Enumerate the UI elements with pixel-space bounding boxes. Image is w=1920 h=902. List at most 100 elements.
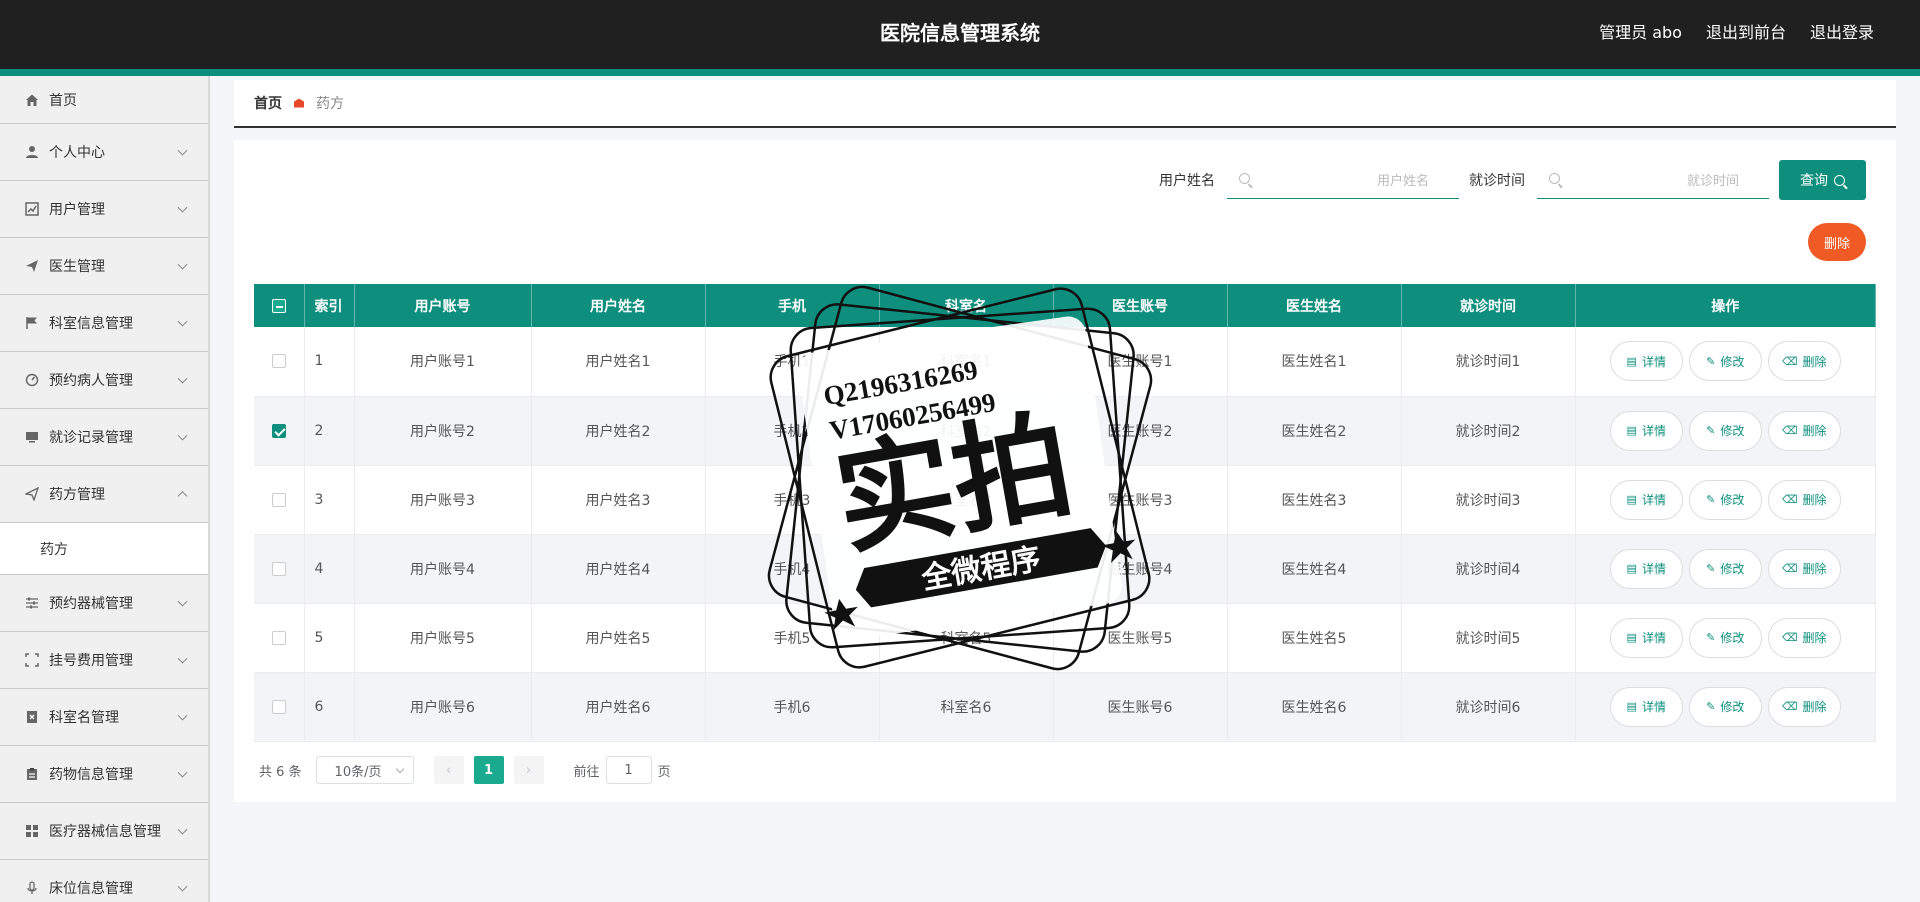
cell-actions: ▤ 详情 ✎ 修改 ⌫ 删除 [1575, 534, 1876, 604]
cell-user-name: 用户姓名6 [531, 672, 706, 742]
row-checkbox[interactable] [271, 354, 286, 369]
breadcrumb: 首页 药方 [234, 80, 1896, 128]
back-to-front-link[interactable]: 退出到前台 [1706, 19, 1786, 43]
sidebar-item-personal-center[interactable]: 个人中心 [0, 124, 208, 181]
query-button[interactable]: 查询 [1779, 160, 1866, 200]
select-all-checkbox[interactable] [271, 298, 286, 313]
next-page-button[interactable]: › [513, 756, 544, 784]
detail-button[interactable]: ▤ 详情 [1609, 617, 1683, 658]
row-checkbox[interactable] [271, 630, 286, 645]
sidebar-item-visit-records[interactable]: 就诊记录管理 [0, 409, 208, 466]
detail-button[interactable]: ▤ 详情 [1609, 686, 1683, 727]
batch-delete-button[interactable]: 删除 [1808, 223, 1866, 261]
detail-label: 详情 [1641, 354, 1666, 369]
sidebar-item-department-names[interactable]: 科室名管理 [0, 689, 208, 746]
row-select-cell [254, 396, 305, 466]
chevron-down-icon [177, 881, 188, 892]
delete-button[interactable]: ⌫ 删除 [1767, 341, 1841, 382]
sidebar-item-registration-fee[interactable]: 挂号费用管理 [0, 632, 208, 689]
row-checkbox[interactable] [271, 423, 286, 438]
col-visit-time: 就诊时间 [1401, 284, 1576, 327]
edit-button[interactable]: ✎ 修改 [1688, 548, 1762, 589]
cell-doctor-name: 医生姓名2 [1227, 396, 1402, 466]
search-bar: 用户姓名 用户姓名 就诊时间 就诊时间 查询 [1159, 160, 1866, 200]
delete-button[interactable]: ⌫ 删除 [1767, 617, 1841, 658]
cell-doctor-name: 医生姓名3 [1227, 465, 1402, 535]
time-search-input[interactable]: 就诊时间 [1537, 161, 1769, 199]
delete-label: 删除 [1802, 493, 1827, 507]
sidebar-item-label: 科室信息管理 [49, 316, 133, 332]
detail-button[interactable]: ▤ 详情 [1609, 479, 1683, 520]
sidebar-item-doctor-management[interactable]: 医生管理 [0, 238, 208, 295]
edit-button[interactable]: ✎ 修改 [1688, 479, 1762, 520]
sidebar-item-prescription-management[interactable]: 药方管理 [0, 466, 208, 523]
cell-doctor-name: 医生姓名5 [1227, 603, 1402, 673]
sidebar-subitem-prescription[interactable]: 药方 [0, 523, 208, 575]
sidebar-item-medical-equipment[interactable]: 医疗器械信息管理 [0, 803, 208, 860]
document-icon: ▤ [1626, 424, 1637, 437]
prev-page-button[interactable]: ‹ [433, 756, 464, 784]
delete-button[interactable]: ⌫ 删除 [1767, 686, 1841, 727]
sidebar-item-label: 床位信息管理 [49, 881, 133, 897]
edit-button[interactable]: ✎ 修改 [1688, 410, 1762, 451]
sidebar-item-label: 医疗器械信息管理 [49, 824, 161, 840]
edit-label: 修改 [1720, 631, 1745, 645]
sidebar-item-label: 医生管理 [49, 259, 105, 275]
name-search-placeholder: 用户姓名 [1376, 174, 1429, 189]
sidebar-item-label: 挂号费用管理 [49, 653, 133, 669]
delete-button[interactable]: ⌫ 删除 [1767, 410, 1841, 451]
cell-visit-time: 就诊时间4 [1401, 534, 1576, 604]
row-checkbox[interactable] [271, 699, 286, 714]
edit-button[interactable]: ✎ 修改 [1688, 341, 1762, 382]
sidebar-item-label: 药方 [40, 541, 68, 558]
sidebar-item-drug-info[interactable]: 药物信息管理 [0, 746, 208, 803]
home-icon [24, 92, 40, 108]
logout-link[interactable]: 退出登录 [1810, 19, 1874, 43]
goto-page-input[interactable]: 1 [605, 756, 652, 784]
document-icon: ▤ [1626, 700, 1637, 713]
cell-department: 科室名5 [879, 603, 1054, 673]
document-icon: ▤ [1626, 493, 1637, 506]
name-search-input[interactable]: 用户姓名 [1227, 161, 1459, 199]
row-select-cell [254, 603, 305, 673]
name-search-label: 用户姓名 [1159, 173, 1215, 189]
detail-button[interactable]: ▤ 详情 [1609, 341, 1683, 382]
edit-button[interactable]: ✎ 修改 [1688, 686, 1762, 727]
delete-button[interactable]: ⌫ 删除 [1767, 548, 1841, 589]
sidebar-item-user-management[interactable]: 用户管理 [0, 181, 208, 238]
breadcrumb-home[interactable]: 首页 [254, 93, 282, 113]
page-size-select[interactable]: 10条/页 [315, 756, 414, 784]
cell-department: 科室名2 [879, 396, 1054, 466]
gauge-icon [24, 372, 40, 388]
delete-button[interactable]: ⌫ 删除 [1767, 479, 1841, 520]
trash-icon: ⌫ [1781, 354, 1798, 368]
row-checkbox[interactable] [271, 561, 286, 576]
cell-user-name: 用户姓名1 [531, 327, 706, 397]
sidebar-item-bed-info[interactable]: 床位信息管理 [0, 860, 208, 902]
cell-actions: ▤ 详情 ✎ 修改 ⌫ 删除 [1575, 396, 1876, 466]
cell-department: 科室名4 [879, 534, 1054, 604]
monitor-icon [24, 429, 40, 445]
trash-icon: ⌫ [1781, 493, 1798, 506]
row-checkbox[interactable] [271, 492, 286, 507]
cell-user-account: 用户账号6 [354, 672, 532, 742]
cell-doctor-account: 医生账号3 [1053, 465, 1228, 535]
sidebar-item-department-info[interactable]: 科室信息管理 [0, 295, 208, 352]
sidebar-item-home[interactable]: 首页 [0, 76, 208, 124]
cell-actions: ▤ 详情 ✎ 修改 ⌫ 删除 [1575, 672, 1876, 742]
edit-button[interactable]: ✎ 修改 [1688, 617, 1762, 658]
edit-label: 修改 [1720, 493, 1745, 507]
sidebar-item-appointment-patients[interactable]: 预约病人管理 [0, 352, 208, 409]
detail-label: 详情 [1641, 562, 1666, 576]
detail-button[interactable]: ▤ 详情 [1609, 548, 1683, 589]
sidebar-item-label: 用户管理 [49, 202, 105, 218]
sidebar-item-equipment-appointment[interactable]: 预约器械管理 [0, 575, 208, 632]
cell-user-account: 用户账号1 [354, 327, 532, 397]
top-bar: 医院信息管理系统 管理员 abo 退出到前台 退出登录 [0, 0, 1920, 69]
cell-index: 1 [304, 327, 355, 397]
detail-button[interactable]: ▤ 详情 [1609, 410, 1683, 451]
cell-doctor-account: 医生账号1 [1053, 327, 1228, 397]
col-actions: 操作 [1575, 284, 1876, 327]
page-number-current[interactable]: 1 [473, 756, 504, 784]
detail-label: 详情 [1641, 631, 1666, 645]
